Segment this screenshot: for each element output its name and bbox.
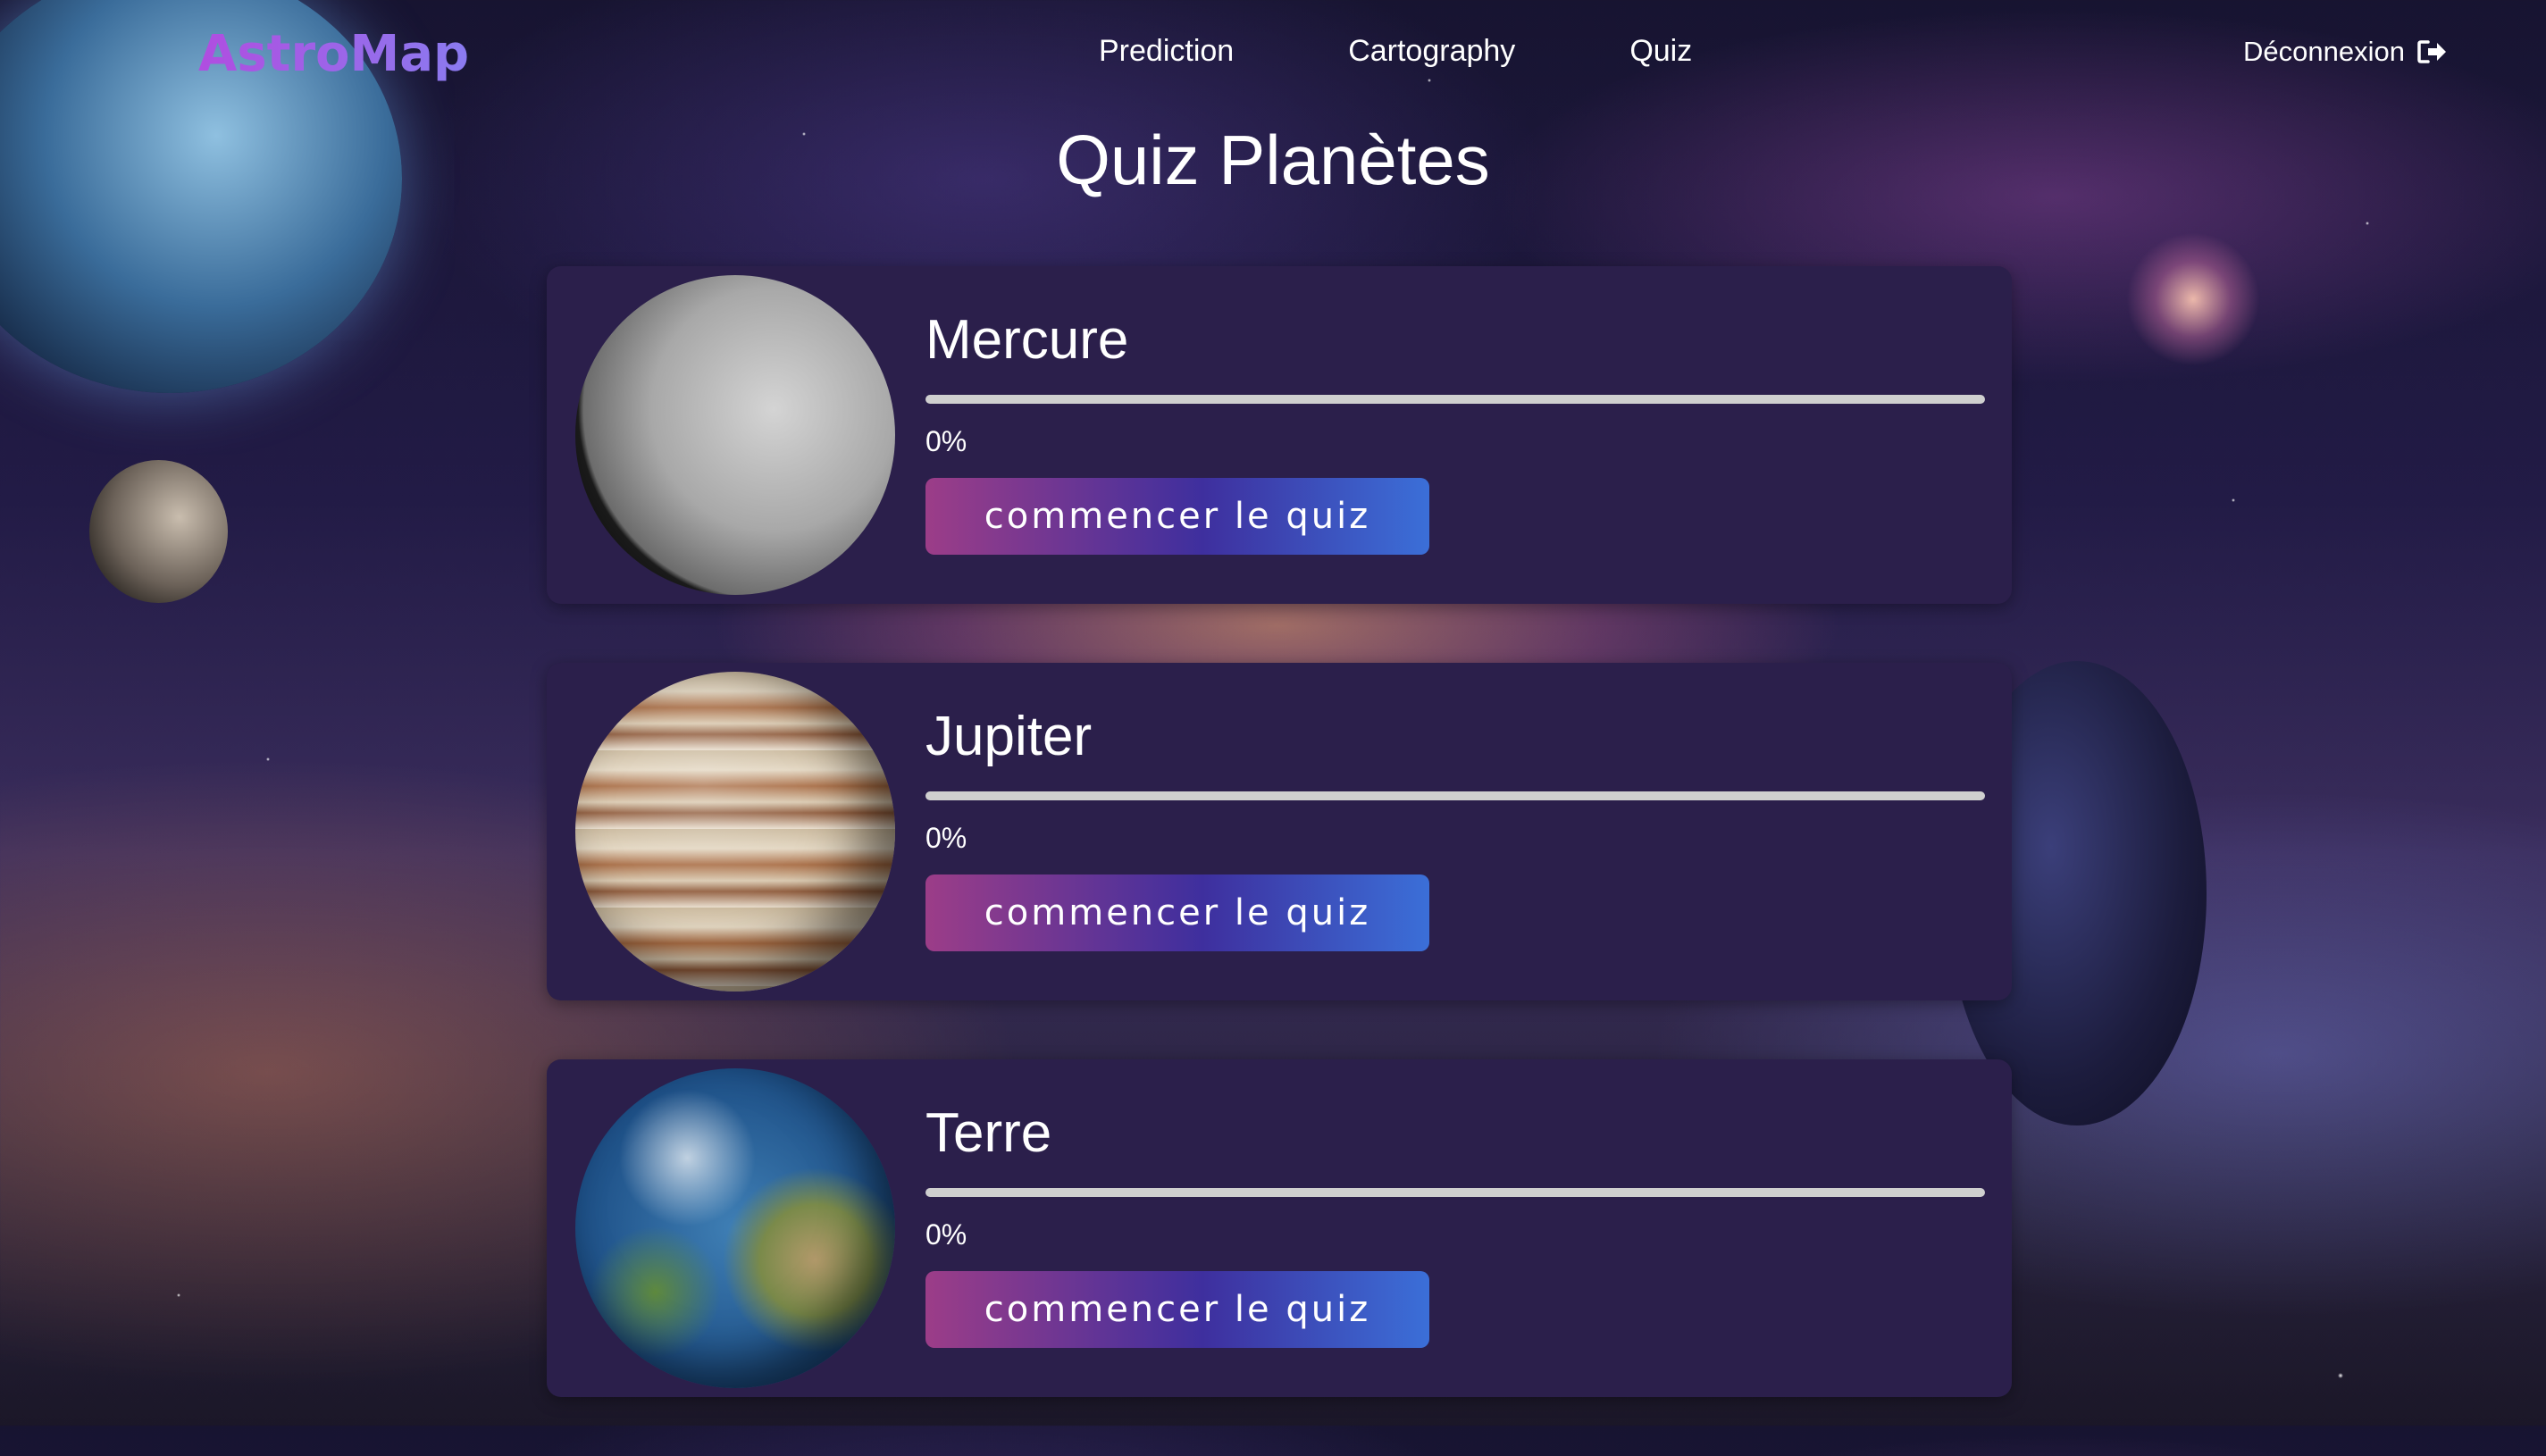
mercury-planet-image: [575, 275, 895, 595]
planet-name: Mercure: [925, 309, 1129, 371]
background-nebula-glow: [2126, 232, 2260, 366]
quiz-card-terre: Terre 0% commencer le quiz: [547, 1059, 2012, 1397]
quiz-card-body: Jupiter 0% commencer le quiz: [925, 663, 1985, 951]
progress-percent: 0%: [925, 1218, 967, 1251]
quiz-card-body: Terre 0% commencer le quiz: [925, 1059, 1985, 1348]
top-navbar: AstroMap Prediction Cartography Quiz Déc…: [0, 0, 2546, 107]
astromap-logo[interactable]: AstroMap: [198, 25, 469, 83]
start-quiz-button[interactable]: commencer le quiz: [925, 874, 1429, 951]
nav-link-quiz[interactable]: Quiz: [1629, 34, 1692, 69]
background-moon: [89, 460, 228, 603]
quiz-card-jupiter: Jupiter 0% commencer le quiz: [547, 663, 2012, 1000]
logout-icon: [2417, 40, 2446, 63]
progress-bar: [925, 791, 1985, 800]
planet-name: Jupiter: [925, 706, 1093, 767]
quiz-card-body: Mercure 0% commencer le quiz: [925, 266, 1985, 555]
planet-name: Terre: [925, 1102, 1052, 1164]
progress-bar: [925, 1188, 1985, 1197]
progress-percent: 0%: [925, 822, 967, 854]
progress-percent: 0%: [925, 425, 967, 457]
logout-button[interactable]: Déconnexion: [2243, 36, 2448, 68]
page-title: Quiz Planètes: [1056, 121, 1490, 199]
start-quiz-button[interactable]: commencer le quiz: [925, 1271, 1429, 1348]
nav-links: Prediction Cartography Quiz: [1099, 34, 1692, 69]
progress-bar: [925, 395, 1985, 404]
quiz-card-list: Mercure 0% commencer le quiz Jupiter 0% …: [547, 266, 2012, 1456]
nav-link-cartography[interactable]: Cartography: [1348, 34, 1515, 69]
earth-planet-image: [575, 1068, 895, 1388]
quiz-card-mercure: Mercure 0% commencer le quiz: [547, 266, 2012, 604]
jupiter-planet-image: [575, 672, 895, 992]
nav-link-prediction[interactable]: Prediction: [1099, 34, 1234, 69]
start-quiz-button[interactable]: commencer le quiz: [925, 478, 1429, 555]
logout-label: Déconnexion: [2243, 36, 2405, 67]
